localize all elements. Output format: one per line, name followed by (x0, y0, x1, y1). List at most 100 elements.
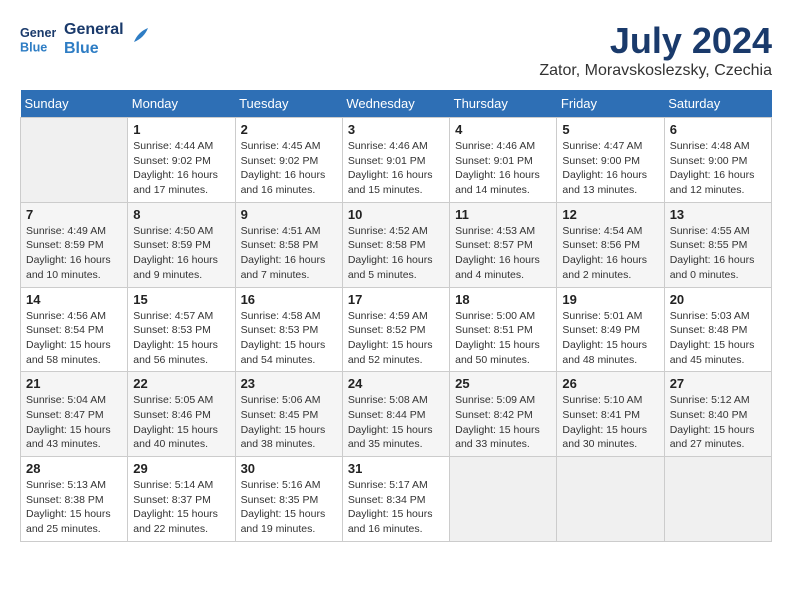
day-number: 7 (26, 207, 122, 222)
cell-info: Sunrise: 4:48 AMSunset: 9:00 PMDaylight:… (670, 139, 766, 198)
calendar-week-row: 7 Sunrise: 4:49 AMSunset: 8:59 PMDaylight… (21, 202, 772, 287)
cell-info: Sunrise: 4:49 AMSunset: 8:59 PMDaylight:… (26, 224, 122, 283)
day-number: 27 (670, 376, 766, 391)
cell-info: Sunrise: 5:06 AMSunset: 8:45 PMDaylight:… (241, 393, 337, 452)
weekday-header-monday: Monday (128, 90, 235, 118)
calendar-cell: 7 Sunrise: 4:49 AMSunset: 8:59 PMDaylight… (21, 202, 128, 287)
calendar-cell: 14Sunrise: 4:56 AMSunset: 8:54 PMDayligh… (21, 287, 128, 372)
calendar-cell: 29 Sunrise: 5:14 AMSunset: 8:37 PMDayligh… (128, 457, 235, 542)
calendar-cell (664, 457, 771, 542)
day-number: 31 (348, 461, 444, 476)
logo-line2: Blue (64, 39, 124, 58)
day-number: 3 (348, 122, 444, 137)
cell-info: Sunrise: 5:10 AMSunset: 8:41 PMDaylight:… (562, 393, 658, 452)
day-number: 17 (348, 292, 444, 307)
calendar-cell: 23Sunrise: 5:06 AMSunset: 8:45 PMDayligh… (235, 372, 342, 457)
cell-info: Sunrise: 4:46 AMSunset: 9:01 PMDaylight:… (455, 139, 551, 198)
cell-info: Sunrise: 5:12 AMSunset: 8:40 PMDaylight:… (670, 393, 766, 452)
calendar-week-row: 21 Sunrise: 5:04 AMSunset: 8:47 PMDayligh… (21, 372, 772, 457)
calendar-cell: 28Sunrise: 5:13 AMSunset: 8:38 PMDayligh… (21, 457, 128, 542)
day-number: 26 (562, 376, 658, 391)
logo: General Blue General Blue (20, 20, 148, 58)
calendar-cell: 5 Sunrise: 4:47 AMSunset: 9:00 PMDaylight… (557, 118, 664, 203)
calendar-cell: 9 Sunrise: 4:51 AMSunset: 8:58 PMDaylight… (235, 202, 342, 287)
weekday-header-saturday: Saturday (664, 90, 771, 118)
cell-info: Sunrise: 5:05 AMSunset: 8:46 PMDaylight:… (133, 393, 229, 452)
calendar-cell: 2 Sunrise: 4:45 AMSunset: 9:02 PMDaylight… (235, 118, 342, 203)
day-number: 15 (133, 292, 229, 307)
day-number: 19 (562, 292, 658, 307)
day-number: 10 (348, 207, 444, 222)
day-number: 29 (133, 461, 229, 476)
calendar-cell: 27 Sunrise: 5:12 AMSunset: 8:40 PMDayligh… (664, 372, 771, 457)
cell-info: Sunrise: 4:46 AMSunset: 9:01 PMDaylight:… (348, 139, 444, 198)
calendar-cell: 31 Sunrise: 5:17 AMSunset: 8:34 PMDayligh… (342, 457, 449, 542)
calendar-cell: 12 Sunrise: 4:54 AMSunset: 8:56 PMDayligh… (557, 202, 664, 287)
day-number: 1 (133, 122, 229, 137)
weekday-header-tuesday: Tuesday (235, 90, 342, 118)
logo-line1: General (64, 20, 124, 39)
calendar-cell: 17 Sunrise: 4:59 AMSunset: 8:52 PMDayligh… (342, 287, 449, 372)
cell-info: Sunrise: 5:14 AMSunset: 8:37 PMDaylight:… (133, 478, 229, 537)
day-number: 24 (348, 376, 444, 391)
calendar-cell: 8 Sunrise: 4:50 AMSunset: 8:59 PMDaylight… (128, 202, 235, 287)
day-number: 30 (241, 461, 337, 476)
month-title: July 2024 (539, 20, 772, 62)
cell-info: Sunrise: 5:17 AMSunset: 8:34 PMDaylight:… (348, 478, 444, 537)
cell-info: Sunrise: 5:09 AMSunset: 8:42 PMDaylight:… (455, 393, 551, 452)
day-number: 14 (26, 292, 122, 307)
cell-info: Sunrise: 4:54 AMSunset: 8:56 PMDaylight:… (562, 224, 658, 283)
calendar-cell: 16Sunrise: 4:58 AMSunset: 8:53 PMDayligh… (235, 287, 342, 372)
logo-bird-icon (130, 24, 148, 46)
cell-info: Sunrise: 4:47 AMSunset: 9:00 PMDaylight:… (562, 139, 658, 198)
weekday-header-friday: Friday (557, 90, 664, 118)
day-number: 11 (455, 207, 551, 222)
title-block: July 2024 Zator, Moravskoslezsky, Czechi… (539, 20, 772, 80)
calendar-week-row: 1Sunrise: 4:44 AMSunset: 9:02 PMDaylight… (21, 118, 772, 203)
svg-text:General: General (20, 26, 56, 40)
day-number: 9 (241, 207, 337, 222)
calendar-cell: 3 Sunrise: 4:46 AMSunset: 9:01 PMDaylight… (342, 118, 449, 203)
cell-info: Sunrise: 5:03 AMSunset: 8:48 PMDaylight:… (670, 309, 766, 368)
day-number: 16 (241, 292, 337, 307)
weekday-header-row: SundayMondayTuesdayWednesdayThursdayFrid… (21, 90, 772, 118)
calendar-week-row: 28Sunrise: 5:13 AMSunset: 8:38 PMDayligh… (21, 457, 772, 542)
day-number: 21 (26, 376, 122, 391)
cell-info: Sunrise: 4:45 AMSunset: 9:02 PMDaylight:… (241, 139, 337, 198)
cell-info: Sunrise: 4:53 AMSunset: 8:57 PMDaylight:… (455, 224, 551, 283)
day-number: 2 (241, 122, 337, 137)
calendar-cell: 4Sunrise: 4:46 AMSunset: 9:01 PMDaylight… (450, 118, 557, 203)
cell-info: Sunrise: 4:51 AMSunset: 8:58 PMDaylight:… (241, 224, 337, 283)
calendar-table: SundayMondayTuesdayWednesdayThursdayFrid… (20, 90, 772, 542)
cell-info: Sunrise: 4:50 AMSunset: 8:59 PMDaylight:… (133, 224, 229, 283)
cell-info: Sunrise: 5:01 AMSunset: 8:49 PMDaylight:… (562, 309, 658, 368)
day-number: 13 (670, 207, 766, 222)
cell-info: Sunrise: 5:13 AMSunset: 8:38 PMDaylight:… (26, 478, 122, 537)
calendar-cell (21, 118, 128, 203)
calendar-cell: 20 Sunrise: 5:03 AMSunset: 8:48 PMDayligh… (664, 287, 771, 372)
calendar-cell: 25Sunrise: 5:09 AMSunset: 8:42 PMDayligh… (450, 372, 557, 457)
calendar-cell: 6 Sunrise: 4:48 AMSunset: 9:00 PMDaylight… (664, 118, 771, 203)
cell-info: Sunrise: 5:04 AMSunset: 8:47 PMDaylight:… (26, 393, 122, 452)
logo-icon: General Blue (20, 21, 56, 57)
calendar-cell: 11 Sunrise: 4:53 AMSunset: 8:57 PMDayligh… (450, 202, 557, 287)
calendar-cell: 10Sunrise: 4:52 AMSunset: 8:58 PMDayligh… (342, 202, 449, 287)
calendar-cell: 24 Sunrise: 5:08 AMSunset: 8:44 PMDayligh… (342, 372, 449, 457)
day-number: 18 (455, 292, 551, 307)
day-number: 20 (670, 292, 766, 307)
cell-info: Sunrise: 5:00 AMSunset: 8:51 PMDaylight:… (455, 309, 551, 368)
page-header: General Blue General Blue July 2024 Zato… (20, 20, 772, 80)
calendar-cell: 30Sunrise: 5:16 AMSunset: 8:35 PMDayligh… (235, 457, 342, 542)
cell-info: Sunrise: 5:08 AMSunset: 8:44 PMDaylight:… (348, 393, 444, 452)
day-number: 22 (133, 376, 229, 391)
weekday-header-thursday: Thursday (450, 90, 557, 118)
day-number: 6 (670, 122, 766, 137)
day-number: 5 (562, 122, 658, 137)
calendar-cell: 13Sunrise: 4:55 AMSunset: 8:55 PMDayligh… (664, 202, 771, 287)
day-number: 12 (562, 207, 658, 222)
day-number: 8 (133, 207, 229, 222)
cell-info: Sunrise: 4:59 AMSunset: 8:52 PMDaylight:… (348, 309, 444, 368)
weekday-header-wednesday: Wednesday (342, 90, 449, 118)
calendar-cell: 26 Sunrise: 5:10 AMSunset: 8:41 PMDayligh… (557, 372, 664, 457)
location-title: Zator, Moravskoslezsky, Czechia (539, 62, 772, 80)
